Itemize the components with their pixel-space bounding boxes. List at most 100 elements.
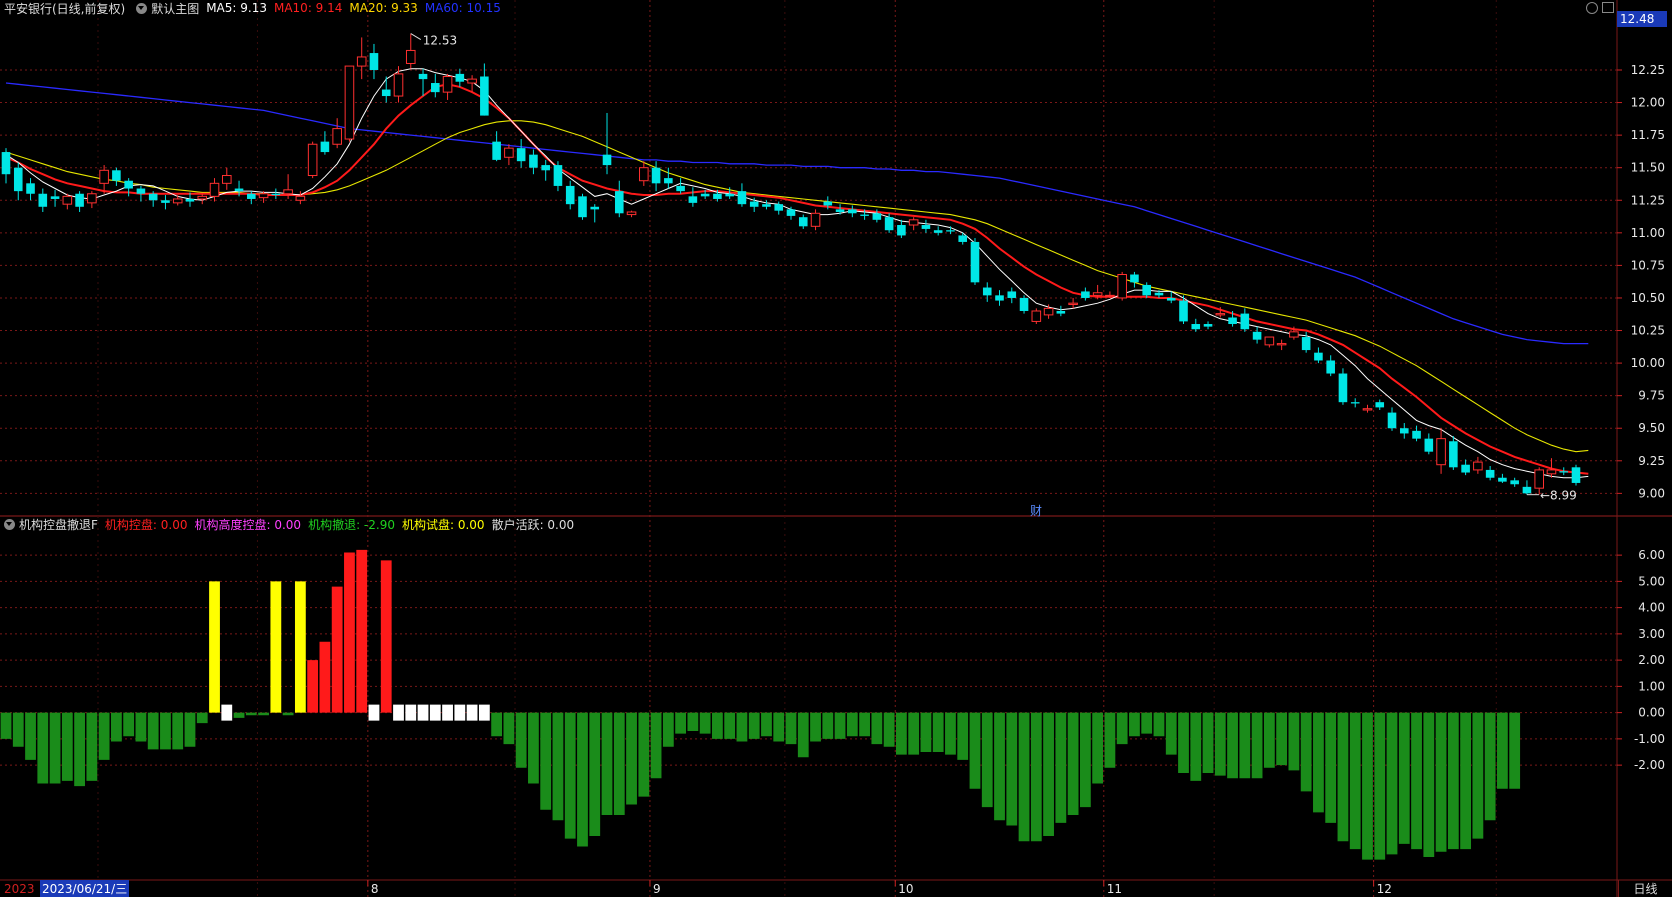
main-chart-name[interactable]: 默认主图 [151, 0, 199, 17]
indicator-bar [37, 712, 49, 784]
ma5-line [5, 68, 1589, 479]
indicator-bar [969, 712, 981, 789]
indicator-bar [1472, 712, 1484, 839]
indicator-bar [908, 712, 920, 755]
candle-body-down [1019, 297, 1029, 311]
indicator-bar [0, 712, 12, 739]
max-price-label: 12.53 [423, 34, 457, 48]
indicator-bar [319, 641, 331, 713]
candle-body-down [774, 204, 784, 211]
date-cursor-label: 2023/06/21/三 [40, 880, 130, 897]
price-tick-label: 11.00 [1631, 226, 1665, 240]
indicator-tick-label: 4.00 [1638, 601, 1665, 615]
indicator-bar [1509, 712, 1521, 789]
candle-body-down [1338, 373, 1348, 403]
candle-body-down [884, 217, 894, 231]
indicator-dropdown-icon[interactable] [4, 518, 15, 530]
candle-body-up [1276, 343, 1287, 346]
ma60-line [5, 82, 1589, 345]
candle-body-down [970, 241, 980, 283]
price-tick-label: 9.75 [1638, 389, 1665, 403]
ma-label: MA10: 9.14 [273, 1, 343, 15]
candle-body-down [1387, 412, 1397, 429]
price-tick-label: 9.25 [1638, 454, 1665, 468]
ma-label: MA60: 10.15 [424, 1, 501, 15]
indicator-bar [932, 712, 944, 752]
candle-body-down [1130, 274, 1139, 283]
candle-body-down [1301, 337, 1311, 351]
candle-body-down [749, 201, 759, 207]
indicator-bar [209, 581, 220, 713]
indicator-bar [61, 712, 73, 781]
period-button[interactable]: 日线 [1618, 880, 1672, 897]
indicator-bar [1362, 712, 1373, 860]
indicator-bar [491, 712, 503, 737]
candle-body-down [271, 193, 281, 196]
indicator-value-label: 机构撤退: -2.90 [308, 517, 395, 532]
chart-stage[interactable]: 12.25 12.00 11.75 11.50 11.25 11.00 10.75 10.50… [0, 0, 1672, 897]
candle-body-up [393, 73, 404, 97]
indicator-bar [957, 712, 969, 760]
indicator-bar [1288, 712, 1300, 771]
candle-body-down [247, 193, 256, 199]
indicator-bar [49, 712, 61, 784]
indicator-bar [1398, 712, 1410, 844]
indicator-bar [110, 712, 122, 742]
candle-body-down [1461, 464, 1470, 473]
candle-body-down [762, 204, 771, 207]
candle-body-down [688, 196, 698, 203]
price-tick-label: 11.75 [1631, 128, 1665, 142]
indicator-legend: 机构控盘: 0.00 机构高度控盘: 0.00 机构撤退: -2.90 机构试盘: 0… [105, 516, 581, 533]
financial-event-badge[interactable]: 财 [1030, 502, 1042, 519]
indicator-bar [785, 712, 797, 745]
indicator-header: 机构控盘撤退F 机构控盘: 0.00 机构高度控盘: 0.00 机构撤退: -2.9… [0, 516, 581, 532]
options-icon[interactable] [1586, 2, 1598, 14]
candle-body-down [823, 201, 833, 206]
indicator-bar [1153, 712, 1165, 737]
indicator-bar [25, 712, 36, 760]
chart-canvas[interactable]: 12.25 12.00 11.75 11.50 11.25 11.00 10.75 10.50… [0, 0, 1672, 897]
candle-body-down [1498, 477, 1507, 482]
price-tick-label: 11.25 [1631, 193, 1665, 207]
indicator-bar [405, 704, 417, 721]
candle-body-up [356, 56, 367, 67]
maximize-icon[interactable] [1602, 2, 1614, 13]
candle-body-down [320, 141, 330, 153]
candle-body-up [62, 195, 73, 205]
indicator-bar [834, 712, 846, 739]
ma20-line [5, 120, 1589, 453]
indicator-bar [1386, 712, 1398, 855]
candle-body-up [221, 175, 232, 184]
indicator-bar [528, 712, 539, 784]
candle-body-up [307, 143, 318, 177]
candle-body-up [442, 76, 453, 93]
indicator-bar [1313, 712, 1324, 813]
indicator-bar [233, 712, 245, 718]
stock-title[interactable]: 平安银行(日线,前复权) [4, 0, 125, 17]
candle-body-up [332, 128, 342, 145]
main-chart-dropdown-icon[interactable] [136, 2, 148, 14]
ma-label: MA5: 9.13 [206, 1, 267, 15]
indicator-bar [724, 712, 736, 739]
indicator-bar [74, 712, 85, 787]
indicator-tick-label: 2.00 [1638, 653, 1665, 667]
indicator-bar [1055, 712, 1067, 823]
indicator-bar [245, 712, 257, 716]
candle-body-down [161, 200, 170, 203]
indicator-tick-label: 1.00 [1638, 679, 1665, 693]
candle-body-down [713, 193, 722, 199]
indicator-bar [1374, 712, 1386, 860]
indicator-name[interactable]: 机构控盘撤退F [19, 516, 98, 533]
candle-body-down [1350, 402, 1360, 404]
candle-body-up [1215, 313, 1226, 316]
candle-body-down [1485, 469, 1495, 478]
indicator-bar [12, 712, 24, 747]
candle-body-up [1117, 274, 1127, 299]
candle-body-down [676, 185, 685, 192]
candle-body-down [933, 230, 943, 233]
indicator-bar [1079, 712, 1091, 808]
candle-body-down [1007, 291, 1017, 298]
candle-body-down [1240, 313, 1250, 330]
indicator-bar [98, 712, 110, 760]
candle-body-down [148, 193, 158, 201]
